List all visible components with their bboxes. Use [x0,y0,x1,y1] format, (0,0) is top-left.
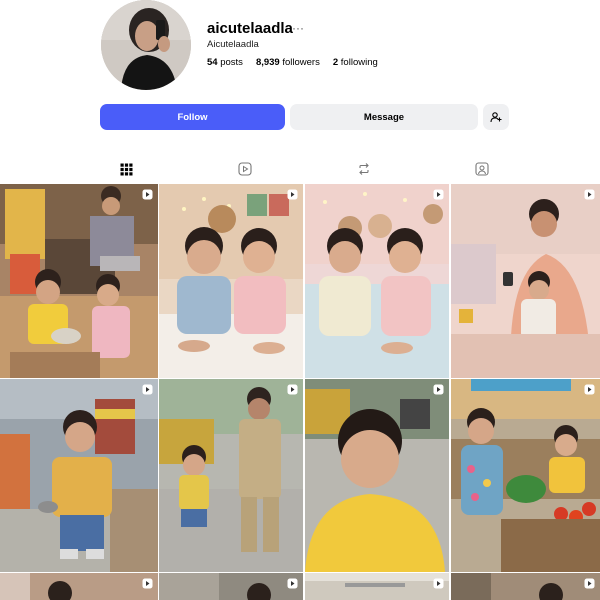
reel-indicator-icon [584,384,595,395]
reel-indicator-icon [433,189,444,200]
following-count-value: 2 [332,57,339,68]
tab-reposts[interactable] [356,161,372,177]
grid-post-12[interactable] [451,573,600,600]
following-count-label: following [340,57,378,68]
reel-indicator-icon [433,384,444,395]
reel-indicator-icon [142,384,153,395]
follow-button[interactable]: Follow [100,104,285,130]
posts-count[interactable]: 54 posts [207,57,243,68]
profile-tabs [0,155,600,185]
post-image [451,379,600,572]
post-image [0,573,158,600]
add-user-icon [490,112,502,123]
grid-post-8[interactable] [451,379,600,572]
followers-count-value: 8,939 [255,57,280,68]
posts-count-value: 54 [207,57,218,68]
post-image [159,573,303,600]
grid-post-2[interactable] [159,184,303,378]
profile-stats: 54 posts 8,939 followers 2 following [207,57,378,68]
profile-full-name: Aicutelaadla [207,39,259,50]
grid-icon [120,163,132,175]
grid-post-4[interactable] [451,184,600,378]
grid-post-11[interactable] [305,573,449,600]
reel-indicator-icon [287,578,298,589]
post-image [159,379,303,572]
reel-indicator-icon [142,578,153,589]
grid-post-1[interactable] [0,184,158,378]
more-options-icon[interactable]: ··· [292,21,304,35]
repost-icon [359,163,369,175]
grid-post-3[interactable] [305,184,449,378]
tab-posts[interactable] [118,161,134,177]
profile-avatar[interactable] [101,0,191,90]
post-image [305,184,449,378]
post-image [451,573,600,600]
reels-icon [238,162,252,176]
post-image [305,573,449,600]
reel-indicator-icon [433,578,444,589]
profile-username: aicutelaadla [207,20,293,37]
tab-reels[interactable] [237,161,253,177]
post-image [0,184,158,378]
grid-post-9[interactable] [0,573,158,600]
following-count[interactable]: 2 following [333,57,378,68]
grid-post-10[interactable] [159,573,303,600]
reel-indicator-icon [584,578,595,589]
tab-tagged[interactable] [474,161,490,177]
posts-count-label: posts [220,57,243,68]
posts-grid [0,184,600,600]
tagged-icon [475,162,489,176]
post-image [159,184,303,378]
reel-indicator-icon [287,189,298,200]
message-button[interactable]: Message [290,104,478,130]
reel-indicator-icon [287,384,298,395]
add-user-button[interactable] [483,104,509,130]
reel-indicator-icon [142,189,153,200]
grid-post-7[interactable] [305,379,449,572]
post-image [0,379,158,572]
reel-indicator-icon [584,189,595,200]
post-image [305,379,449,572]
grid-post-6[interactable] [159,379,303,572]
post-image [451,184,600,378]
grid-post-5[interactable] [0,379,158,572]
followers-count-label: followers [282,57,320,68]
followers-count[interactable]: 8,939 followers [256,57,320,68]
